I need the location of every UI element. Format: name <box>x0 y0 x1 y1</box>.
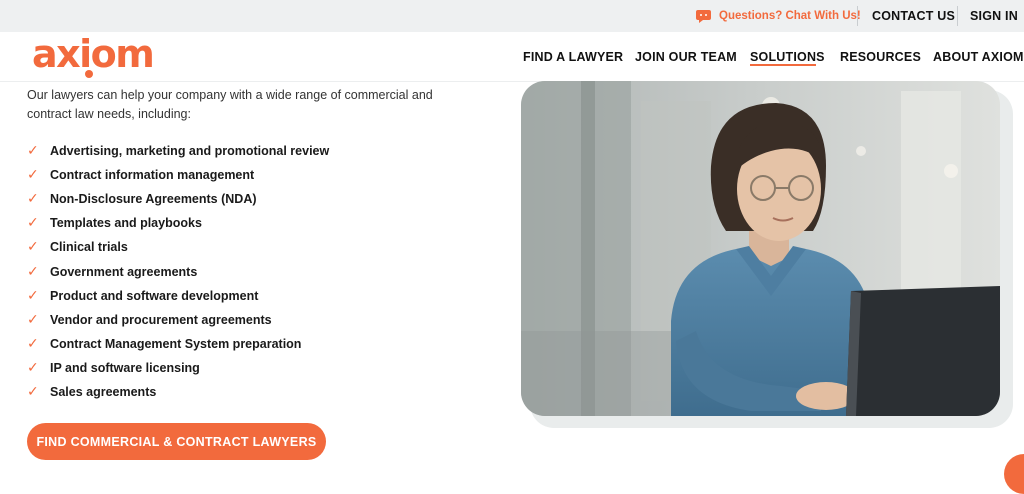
logo-wordmark: axiom <box>32 32 155 76</box>
list-item-label: Advertising, marketing and promotional r… <box>50 144 330 159</box>
woman-at-laptop-illustration <box>521 81 1000 416</box>
contact-us-link[interactable]: CONTACT US <box>872 0 955 32</box>
list-item: ✓ Sales agreements <box>27 380 329 404</box>
find-lawyers-button[interactable]: FIND COMMERCIAL & CONTRACT LAWYERS <box>27 423 326 460</box>
checkmark-icon: ✓ <box>27 287 39 304</box>
axiom-logo[interactable]: axiom <box>32 32 155 78</box>
chat-bubble-icon <box>696 9 711 23</box>
list-item: ✓ Contract Management System preparation <box>27 332 329 356</box>
utility-bar: Questions? Chat With Us! CONTACT US SIGN… <box>0 0 1024 32</box>
list-item: ✓ Vendor and procurement agreements <box>27 308 329 332</box>
list-item-label: Government agreements <box>50 264 198 279</box>
list-item-label: Product and software development <box>50 288 259 303</box>
list-item: ✓ Government agreements <box>27 259 329 283</box>
checkmark-icon: ✓ <box>27 215 39 232</box>
checkmark-icon: ✓ <box>27 359 39 376</box>
list-item: ✓ IP and software licensing <box>27 356 329 380</box>
list-item-label: Sales agreements <box>50 384 157 399</box>
nav-solutions[interactable]: SOLUTIONS <box>750 32 825 82</box>
checkmark-icon: ✓ <box>27 383 39 400</box>
divider <box>857 6 858 26</box>
checkmark-icon: ✓ <box>27 335 39 352</box>
nav-about-axiom[interactable]: ABOUT AXIOM <box>933 32 1024 82</box>
nav-join-our-team[interactable]: JOIN OUR TEAM <box>635 32 737 82</box>
list-item: ✓ Non-Disclosure Agreements (NDA) <box>27 187 329 211</box>
nav-resources[interactable]: RESOURCES <box>840 32 921 82</box>
checkmark-icon: ✓ <box>27 239 39 256</box>
services-list: ✓ Advertising, marketing and promotional … <box>27 139 329 404</box>
sign-in-link[interactable]: SIGN IN <box>970 0 1018 32</box>
checkmark-icon: ✓ <box>27 263 39 280</box>
chat-widget-button[interactable] <box>1004 454 1024 494</box>
chat-link[interactable]: Questions? Chat With Us! <box>695 0 861 32</box>
list-item-label: Contract Management System preparation <box>50 336 302 351</box>
list-item-label: Non-Disclosure Agreements (NDA) <box>50 192 257 207</box>
checkmark-icon: ✓ <box>27 143 39 160</box>
intro-text: Our lawyers can help your company with a… <box>27 88 433 121</box>
hero-photo <box>521 81 1000 416</box>
list-item-label: Clinical trials <box>50 240 128 255</box>
chat-label: Questions? Chat With Us! <box>719 10 861 22</box>
list-item: ✓ Templates and playbooks <box>27 211 329 235</box>
main-nav: axiom FIND A LAWYER JOIN OUR TEAM SOLUTI… <box>0 32 1024 82</box>
active-nav-indicator <box>750 64 816 66</box>
list-item-label: Contract information management <box>50 168 255 183</box>
nav-find-a-lawyer[interactable]: FIND A LAWYER <box>523 32 623 82</box>
list-item: ✓ Advertising, marketing and promotional … <box>27 139 329 163</box>
divider <box>957 6 958 26</box>
list-item: ✓ Product and software development <box>27 284 329 308</box>
list-item-label: IP and software licensing <box>50 360 200 375</box>
list-item-label: Templates and playbooks <box>50 216 202 231</box>
checkmark-icon: ✓ <box>27 167 39 184</box>
list-item-label: Vendor and procurement agreements <box>50 312 272 327</box>
checkmark-icon: ✓ <box>27 191 39 208</box>
logo-dot <box>85 70 93 78</box>
checkmark-icon: ✓ <box>27 311 39 328</box>
list-item: ✓ Contract information management <box>27 163 329 187</box>
list-item: ✓ Clinical trials <box>27 235 329 259</box>
